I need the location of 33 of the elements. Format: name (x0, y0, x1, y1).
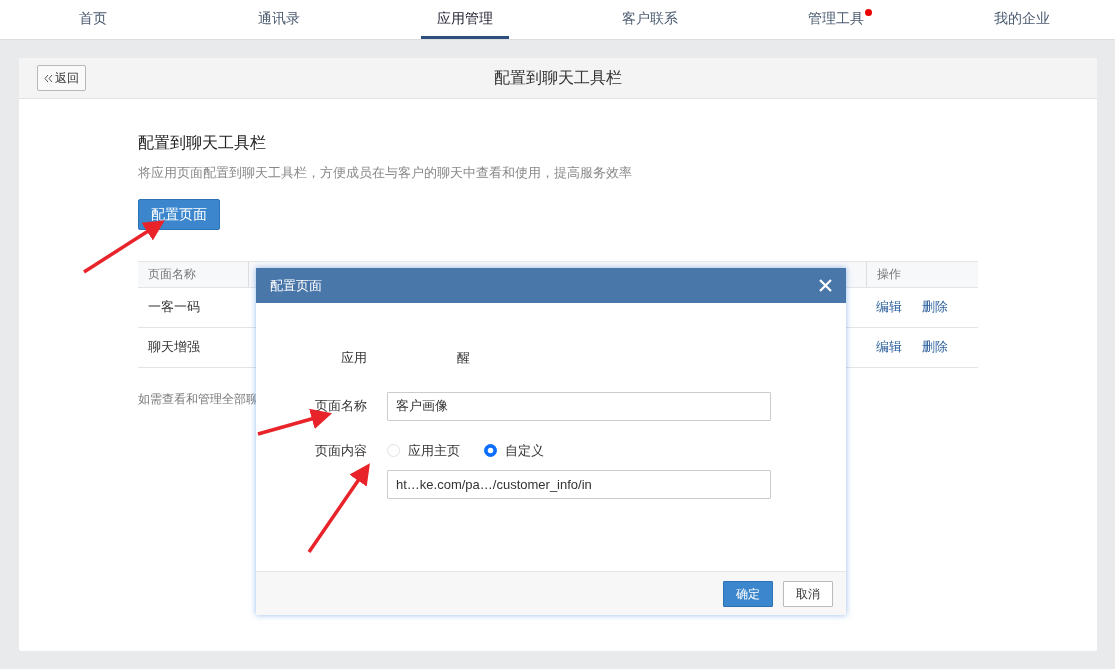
field-label: 页面名称 (315, 398, 367, 414)
nav-tab[interactable]: 我的企业 (978, 0, 1067, 39)
option-label[interactable]: 应用主页 (408, 440, 460, 460)
action-link[interactable]: 编辑 (876, 339, 902, 355)
nav-tab[interactable]: 首页 (62, 0, 123, 39)
column-header: 页面名称 (148, 267, 196, 281)
back-button[interactable]: 返回 (37, 65, 86, 91)
cancel-button[interactable]: 取消 (783, 580, 833, 607)
section-description: 将应用页面配置到聊天工具栏，方便成员在与客户的聊天中查看和使用，提高服务效率 (138, 164, 633, 182)
nav-tab[interactable]: 应用管理 (420, 0, 509, 39)
radio-button[interactable] (484, 443, 497, 457)
action-link[interactable]: 删除 (922, 299, 948, 315)
action-link[interactable]: 删除 (922, 339, 948, 355)
field-label: 页面内容 (315, 442, 367, 458)
configure-page-button[interactable]: 配置页面 (138, 198, 220, 230)
page-name-field[interactable]: 客户画像 (387, 391, 771, 421)
field-label: 应用 (341, 350, 367, 365)
app-name: 醒 (457, 349, 470, 367)
column-header: 操作 (876, 267, 901, 281)
nav-tab[interactable]: 管理工具 (792, 0, 881, 39)
table-cell: 聊天增强 (138, 327, 248, 367)
action-link[interactable]: 编辑 (876, 299, 902, 315)
section-title: 配置到聊天工具栏 (138, 133, 267, 153)
url-field[interactable]: ht…ke.com/pa…/customer_info/in (387, 470, 771, 499)
option-label[interactable]: 自定义 (505, 440, 544, 460)
nav-tab[interactable]: 客户联系 (606, 0, 695, 39)
nav-tab[interactable]: 通讯录 (241, 0, 316, 39)
table-cell: 一客一码 (138, 287, 248, 327)
page-title: 配置到聊天工具栏 (494, 68, 622, 88)
double-chevron-icon (44, 73, 53, 83)
close-icon[interactable] (819, 279, 832, 292)
dialog-title: 配置页面 (270, 276, 322, 295)
confirm-button[interactable]: 确定 (723, 580, 773, 607)
